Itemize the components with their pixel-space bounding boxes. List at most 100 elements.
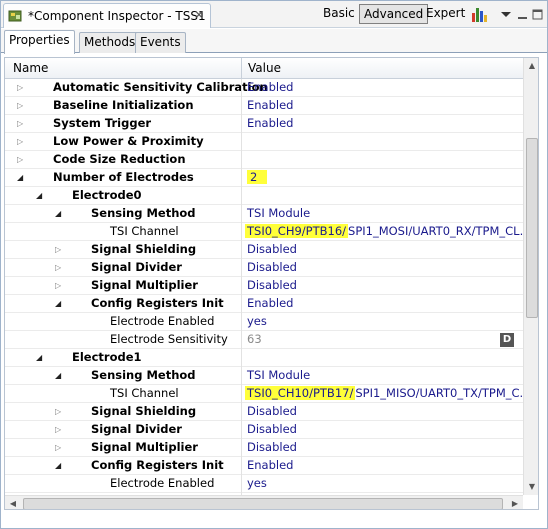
property-name: Electrode Enabled (110, 314, 215, 328)
property-value[interactable]: Enabled (247, 116, 293, 130)
table-row[interactable]: ▷ Signal Divider Disabled (5, 259, 523, 277)
close-icon[interactable]: ✕ (192, 8, 206, 22)
property-name: System Trigger (53, 116, 152, 130)
title-bar: *Component Inspector - TSS1 ✕ Basic Adva… (1, 1, 547, 28)
horizontal-scroll-thumb[interactable] (23, 498, 503, 509)
table-row[interactable]: Electrode Enabled yes (5, 475, 523, 493)
table-row[interactable]: ▷ System Trigger Enabled (5, 115, 523, 133)
property-name: Signal Shielding (91, 404, 197, 418)
table-row[interactable]: ◢ Sensing Method TSI Module (5, 367, 523, 385)
collapse-arrow-icon[interactable]: ◢ (17, 173, 26, 182)
bar-chart-icon[interactable] (471, 5, 489, 23)
collapse-arrow-icon[interactable]: ◢ (55, 371, 64, 380)
property-value[interactable]: 63 (247, 332, 262, 346)
table-row[interactable]: ▷ Signal Shielding Disabled (5, 403, 523, 421)
property-name: Sensing Method (91, 206, 196, 220)
scroll-down-icon[interactable]: ▼ (524, 479, 538, 495)
property-value[interactable]: yes (247, 314, 267, 328)
property-value[interactable]: Disabled (247, 404, 297, 418)
horizontal-scrollbar[interactable]: ◀ ▶ (5, 495, 523, 509)
tab-properties[interactable]: Properties (4, 30, 75, 54)
table-row[interactable]: ◢ Config Registers Init Enabled (5, 457, 523, 475)
table-row[interactable]: Electrode Sensitivity 63 D (5, 331, 523, 349)
expand-arrow-icon[interactable]: ▷ (55, 407, 64, 416)
table-row[interactable]: ◢ Sensing Method TSI Module (5, 205, 523, 223)
property-name: Sensing Method (91, 368, 196, 382)
property-value[interactable]: Disabled (247, 260, 297, 274)
mode-expert-button[interactable]: Expert (426, 6, 465, 20)
table-row[interactable]: ▷ Signal Multiplier Disabled (5, 439, 523, 457)
expand-arrow-icon[interactable]: ▷ (17, 83, 26, 92)
component-inspector-window: *Component Inspector - TSS1 ✕ Basic Adva… (0, 0, 548, 529)
property-value[interactable]: TSI0_CH9/PTB16/SPI1_MOSI/UART0_RX/TPM_CL… (245, 224, 531, 238)
column-header-name[interactable]: Name (13, 61, 48, 75)
default-value-button[interactable]: D (500, 333, 514, 347)
property-name: Low Power & Proximity (53, 134, 204, 148)
mode-basic-button[interactable]: Basic (323, 6, 355, 20)
expand-arrow-icon[interactable]: ▷ (55, 425, 64, 434)
table-row[interactable]: ◢ Electrode1 (5, 349, 523, 367)
property-value[interactable]: 2 (247, 170, 268, 184)
property-value[interactable]: Disabled (247, 422, 297, 436)
maximize-icon[interactable] (531, 5, 545, 23)
scroll-up-icon[interactable]: ▲ (524, 58, 538, 74)
property-name: Signal Divider (91, 422, 182, 436)
expand-arrow-icon[interactable]: ▷ (55, 443, 64, 452)
property-value[interactable]: Disabled (247, 242, 297, 256)
table-row[interactable]: ▷ Signal Multiplier Disabled (5, 277, 523, 295)
mode-advanced-button[interactable]: Advanced (359, 4, 429, 24)
property-value[interactable]: yes (247, 476, 267, 490)
table-row[interactable]: ▷ Signal Shielding Disabled (5, 241, 523, 259)
expand-arrow-icon[interactable]: ▷ (17, 101, 26, 110)
property-name: Automatic Sensitivity Calibration (53, 80, 268, 94)
table-row[interactable]: ◢ Electrode0 (5, 187, 523, 205)
minimize-icon[interactable] (517, 5, 529, 23)
collapse-arrow-icon[interactable]: ◢ (36, 191, 45, 200)
table-row[interactable]: ▷ Low Power & Proximity (5, 133, 523, 151)
table-row[interactable]: ◢ Number of Electrodes 2 (5, 169, 523, 187)
collapse-arrow-icon[interactable]: ◢ (55, 209, 64, 218)
table-row[interactable]: Electrode Enabled yes (5, 313, 523, 331)
table-row[interactable]: ▷ Signal Divider Disabled (5, 421, 523, 439)
scroll-left-icon[interactable]: ◀ (5, 496, 21, 509)
property-value[interactable]: Enabled (247, 98, 293, 112)
expand-arrow-icon[interactable]: ▷ (55, 263, 64, 272)
editor-tab[interactable]: *Component Inspector - TSS1 ✕ (3, 3, 211, 28)
property-name: Signal Multiplier (91, 440, 198, 454)
property-value[interactable]: Disabled (247, 278, 297, 292)
property-value[interactable]: Enabled (247, 80, 293, 94)
table-row[interactable]: TSI Channel TSI0_CH9/PTB16/SPI1_MOSI/UART… (5, 223, 531, 241)
property-name: Config Registers Init (91, 296, 224, 310)
property-value[interactable]: TSI0_CH10/PTB17/SPI1_MISO/UART0_TX/TPM_C… (245, 386, 531, 400)
property-name: Config Registers Init (91, 458, 224, 472)
expand-arrow-icon[interactable]: ▷ (17, 119, 26, 128)
tab-methods[interactable]: Methods (79, 32, 141, 53)
property-value[interactable]: TSI Module (247, 206, 310, 220)
vertical-scroll-thumb[interactable] (526, 138, 538, 318)
property-name: Number of Electrodes (53, 170, 194, 184)
table-row[interactable]: ◢ Config Registers Init Enabled (5, 295, 523, 313)
property-value[interactable]: Disabled (247, 440, 297, 454)
collapse-arrow-icon[interactable]: ◢ (36, 353, 45, 362)
expand-arrow-icon[interactable]: ▷ (17, 155, 26, 164)
table-row[interactable]: TSI Channel TSI0_CH10/PTB17/SPI1_MISO/UAR… (5, 385, 531, 403)
column-header-value[interactable]: Value (248, 61, 281, 75)
collapse-arrow-icon[interactable]: ◢ (55, 299, 64, 308)
expand-arrow-icon[interactable]: ▷ (17, 137, 26, 146)
table-row[interactable]: ▷ Code Size Reduction (5, 151, 523, 169)
expand-arrow-icon[interactable]: ▷ (55, 245, 64, 254)
property-name: Signal Multiplier (91, 278, 198, 292)
table-row[interactable]: ▷ Automatic Sensitivity Calibration Enable… (5, 79, 523, 97)
inspector-tabs: Properties Methods Events (1, 29, 547, 54)
tab-events[interactable]: Events (135, 32, 186, 53)
collapse-arrow-icon[interactable]: ◢ (55, 461, 64, 470)
table-row[interactable]: ▷ Baseline Initialization Enabled (5, 97, 523, 115)
property-value[interactable]: Enabled (247, 458, 293, 472)
expand-arrow-icon[interactable]: ▷ (55, 281, 64, 290)
window-title: *Component Inspector - TSS1 (28, 9, 206, 23)
vertical-scrollbar[interactable]: ▲ ▼ (523, 58, 538, 495)
scroll-right-icon[interactable]: ▶ (507, 496, 523, 509)
property-value[interactable]: TSI Module (247, 368, 310, 382)
view-menu-icon[interactable] (497, 5, 515, 23)
property-value[interactable]: Enabled (247, 296, 293, 310)
